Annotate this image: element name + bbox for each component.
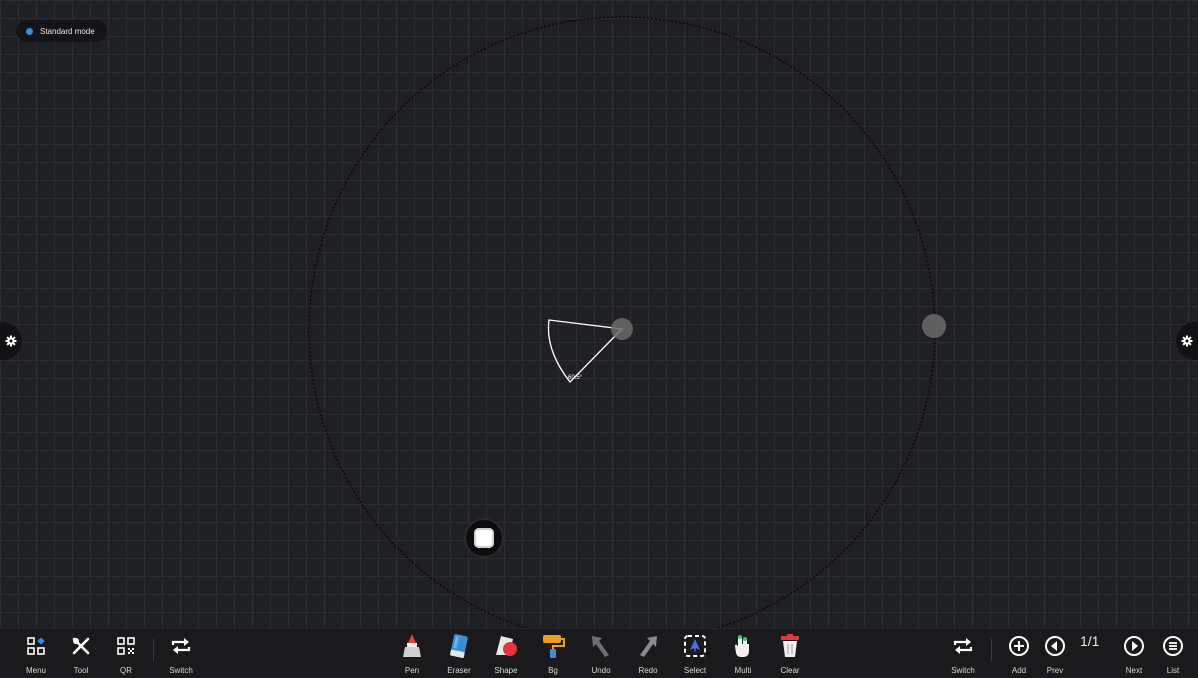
square-icon [474, 528, 494, 548]
page-list-button[interactable]: List [1151, 632, 1195, 676]
prev-label: Prev [1046, 666, 1064, 675]
bg-button[interactable]: Bg [531, 632, 575, 676]
tool-button[interactable]: Tool [59, 632, 103, 676]
next-page-button[interactable]: Next [1112, 632, 1156, 676]
page-list-icon [1158, 632, 1188, 660]
menu-grid-icon [21, 632, 51, 660]
eraser-button[interactable]: Eraser [437, 632, 481, 676]
tool-label: Tool [73, 666, 89, 675]
switch-arrows-icon [948, 632, 978, 660]
next-page-icon [1119, 632, 1149, 660]
floating-action-button[interactable] [466, 520, 502, 556]
multi-touch-icon [728, 632, 758, 660]
shape-label: Shape [494, 666, 518, 675]
prev-page-icon [1040, 632, 1070, 660]
qr-button[interactable]: QR [104, 632, 148, 676]
next-label: Next [1125, 666, 1143, 675]
qr-code-icon [111, 632, 141, 660]
eraser-label: Eraser [447, 666, 471, 675]
pen-button[interactable]: Pen [390, 632, 434, 676]
menu-button[interactable]: Menu [14, 632, 58, 676]
pen-label: Pen [404, 666, 420, 675]
undo-button[interactable]: Undo [579, 632, 623, 676]
switch-button-left[interactable]: Switch [159, 632, 203, 676]
switch-button-right[interactable]: Switch [941, 632, 985, 676]
select-label: Select [683, 666, 707, 675]
add-label: Add [1011, 666, 1027, 675]
qr-label: QR [120, 666, 132, 675]
switch-label-left: Switch [169, 666, 193, 675]
protractor-angle-label: 60.5° [568, 375, 583, 381]
shape-icon [491, 632, 521, 660]
menu-label: Menu [25, 666, 46, 675]
paint-roller-icon [538, 632, 568, 660]
multi-label: Multi [734, 666, 752, 675]
redo-button[interactable]: Redo [626, 632, 670, 676]
tools-icon [66, 632, 96, 660]
bottom-toolbar: Menu Tool QR Switch Pen Eraser Shape Bg … [0, 628, 1198, 678]
compass-pivot-handle[interactable] [611, 318, 633, 340]
pen-icon [397, 632, 427, 660]
clear-button[interactable]: Clear [768, 632, 812, 676]
undo-arrow-icon [586, 632, 616, 660]
list-label: List [1166, 666, 1180, 675]
undo-label: Undo [591, 666, 611, 675]
toolbar-divider [153, 639, 154, 661]
trash-icon [775, 632, 805, 660]
select-icon [680, 632, 710, 660]
shape-button[interactable]: Shape [484, 632, 528, 676]
redo-label: Redo [638, 666, 658, 675]
drawing-overlay: 60.5° [308, 16, 946, 628]
select-button[interactable]: Select [673, 632, 717, 676]
page-indicator: 1/1 [1080, 633, 1100, 649]
add-page-icon [1004, 632, 1034, 660]
switch-label-right: Switch [951, 666, 975, 675]
compass-radius-handle[interactable] [922, 314, 946, 338]
switch-arrows-icon [166, 632, 196, 660]
redo-arrow-icon [633, 632, 663, 660]
prev-page-button[interactable]: Prev [1033, 632, 1077, 676]
eraser-icon [444, 632, 474, 660]
bg-label: Bg [548, 666, 558, 675]
protractor-sector [547, 319, 624, 383]
multi-button[interactable]: Multi [721, 632, 765, 676]
clear-label: Clear [780, 666, 800, 675]
toolbar-divider [991, 639, 992, 661]
